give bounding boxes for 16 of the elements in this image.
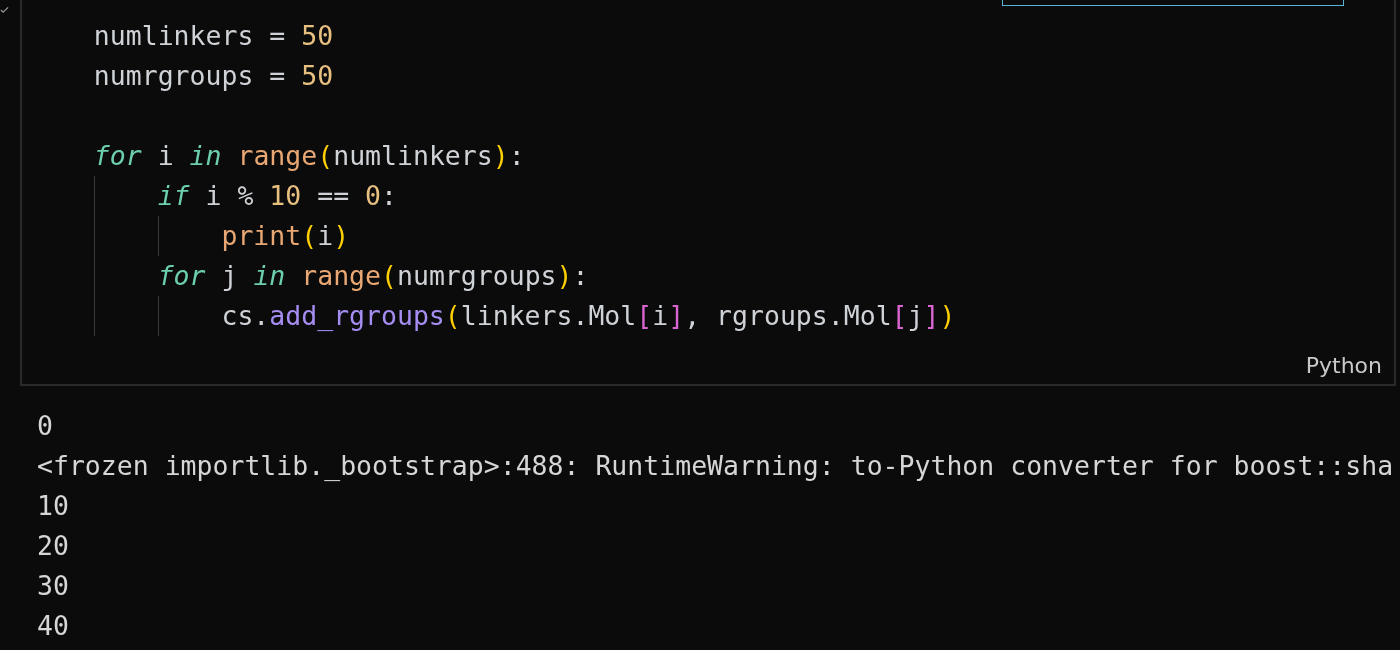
code-line: for i in range(numlinkers):	[93, 139, 525, 173]
output-line: 20	[37, 529, 69, 563]
language-label[interactable]: Python	[1305, 353, 1382, 378]
output-line: 0	[37, 409, 53, 443]
code-line: if i % 10 == 0:	[157, 179, 397, 213]
output-line: 30	[37, 569, 69, 603]
code-line: cs.add_rgroups(linkers.Mol[i], rgroups.Mol[j])	[221, 299, 956, 333]
output-line: 10	[37, 489, 69, 523]
output-line: 40	[37, 609, 69, 643]
code-line: print(i)	[221, 219, 350, 253]
code-line: numlinkers = 50	[93, 19, 334, 53]
check-icon	[0, 6, 9, 14]
code-line: for j in range(numrgroups):	[157, 259, 589, 293]
output-line: <frozen importlib._bootstrap>:488: RuntimeWarning: to-Python converter for boost::sha	[37, 449, 1394, 483]
code-cell[interactable]: numlinkers = 50 numrgroups = 50 for i in range(numlinkers): if i % 10 == 0: print(i) for j in range(numrgroups): cs.add_rgroups(linkers.Mol[i], rgroups.Mol[j]) Python	[20, 0, 1396, 386]
code-line: numrgroups = 50	[93, 59, 334, 93]
